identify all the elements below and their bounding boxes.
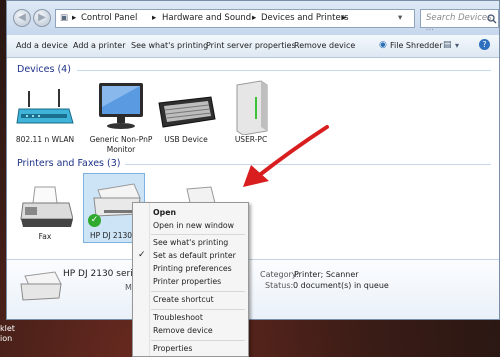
breadcrumb-devices-printers[interactable]: Devices and Printers [261, 13, 349, 23]
see-printing-button[interactable]: See what's printing [131, 41, 208, 50]
menu-separator [151, 291, 245, 292]
command-bar: Add a device Add a printer See what's pr… [7, 35, 499, 58]
menu-item-troubleshoot[interactable]: Troubleshoot [153, 313, 203, 322]
menu-item-see-printing[interactable]: See what's printing [153, 238, 228, 247]
breadcrumb-separator-4[interactable]: ▸ [342, 13, 346, 23]
menu-item-properties[interactable]: Properties [153, 344, 192, 353]
breadcrumb-separator-1[interactable]: ▸ [72, 13, 76, 23]
search-icon[interactable] [487, 14, 497, 24]
print-server-properties-button[interactable]: Print server properties [206, 41, 296, 50]
details-printer-name: HP DJ 2130 series [63, 269, 143, 279]
file-shredder-icon: ◉ [379, 40, 387, 50]
breadcrumb-separator-3[interactable]: ▸ [252, 13, 256, 23]
device-wlan-label[interactable]: 802.11 n WLAN [12, 135, 78, 145]
devices-and-printers-window: ◀ ▶ ▣ ▸ Control Panel ▸ Hardware and Sou… [6, 0, 500, 320]
details-category-value: Printer; Scanner [294, 270, 359, 279]
keyboard-icon [158, 96, 216, 128]
device-usb[interactable] [155, 89, 217, 133]
menu-separator [151, 234, 245, 235]
desktop-gadget-text: klet ion [0, 324, 15, 344]
devices-section-title[interactable]: Devices (4) [17, 64, 71, 75]
monitor-icon [99, 83, 143, 129]
router-icon [16, 89, 74, 124]
context-menu: Open Open in new window See what's print… [132, 202, 249, 357]
menu-item-remove-device[interactable]: Remove device [153, 326, 213, 335]
menu-separator [151, 340, 245, 341]
view-options-icon[interactable]: ▤ [443, 40, 452, 50]
default-printer-check-icon: ✓ [88, 214, 101, 227]
desktop-gadget-line-2: ion [0, 334, 13, 343]
details-model-label: M [125, 283, 132, 292]
address-row: ◀ ▶ ▣ ▸ Control Panel ▸ Hardware and Sou… [7, 1, 499, 35]
search-input[interactable]: Search Devices ... [420, 9, 499, 33]
context-menu-gutter [149, 203, 150, 356]
add-printer-button[interactable]: Add a printer [73, 41, 125, 50]
menu-item-printer-properties[interactable]: Printer properties [153, 277, 221, 286]
help-icon[interactable]: ? [479, 39, 490, 50]
breadcrumb-separator-2[interactable]: ▸ [152, 13, 156, 23]
refresh-icon[interactable] [405, 1, 419, 9]
view-dropdown-icon[interactable]: ▾ [455, 41, 459, 50]
printer-fax-label[interactable]: Fax [25, 232, 65, 242]
printer-fax[interactable] [19, 185, 74, 231]
desktop-gadget-line-1: klet [0, 324, 15, 333]
menu-item-printing-preferences[interactable]: Printing preferences [153, 264, 232, 273]
devices-divider [77, 70, 491, 71]
device-usb-label[interactable]: USB Device [155, 135, 217, 145]
details-category-label: Category: [260, 270, 299, 279]
details-status-value: 0 document(s) in queue [293, 281, 389, 290]
menu-item-open[interactable]: Open [153, 208, 176, 217]
breadcrumb-hardware-sound[interactable]: Hardware and Sound [162, 13, 251, 23]
details-printer-icon [20, 271, 62, 301]
address-dropdown-icon[interactable]: ▾ [398, 13, 402, 23]
add-device-button[interactable]: Add a device [16, 41, 68, 50]
fax-icon [20, 186, 74, 227]
details-status-label: Status: [265, 281, 294, 290]
computer-icon: ▣ [60, 13, 69, 23]
breadcrumb-control-panel[interactable]: Control Panel [81, 13, 137, 23]
red-arrow-annotation [243, 125, 329, 187]
forward-button[interactable]: ▶ [33, 9, 51, 27]
file-shredder-button[interactable]: File Shredder [390, 41, 442, 50]
menu-item-set-default-printer[interactable]: Set as default printer [153, 251, 236, 260]
menu-separator [151, 309, 245, 310]
details-pane: HP DJ 2130 series M Category: Printer; S… [7, 259, 499, 319]
printers-section-title[interactable]: Printers and Faxes (3) [17, 158, 120, 169]
address-bar[interactable]: ▣ ▸ Control Panel ▸ Hardware and Sound ▸… [55, 9, 415, 28]
menu-item-open-new-window[interactable]: Open in new window [153, 221, 234, 230]
menu-item-create-shortcut[interactable]: Create shortcut [153, 295, 214, 304]
device-monitor-label[interactable]: Generic Non-PnP Monitor [85, 135, 157, 155]
device-wlan[interactable] [15, 85, 75, 135]
device-monitor[interactable] [93, 77, 149, 133]
back-button[interactable]: ◀ [13, 9, 31, 27]
remove-device-button[interactable]: Remove device [294, 41, 355, 50]
check-icon: ✓ [138, 250, 146, 260]
